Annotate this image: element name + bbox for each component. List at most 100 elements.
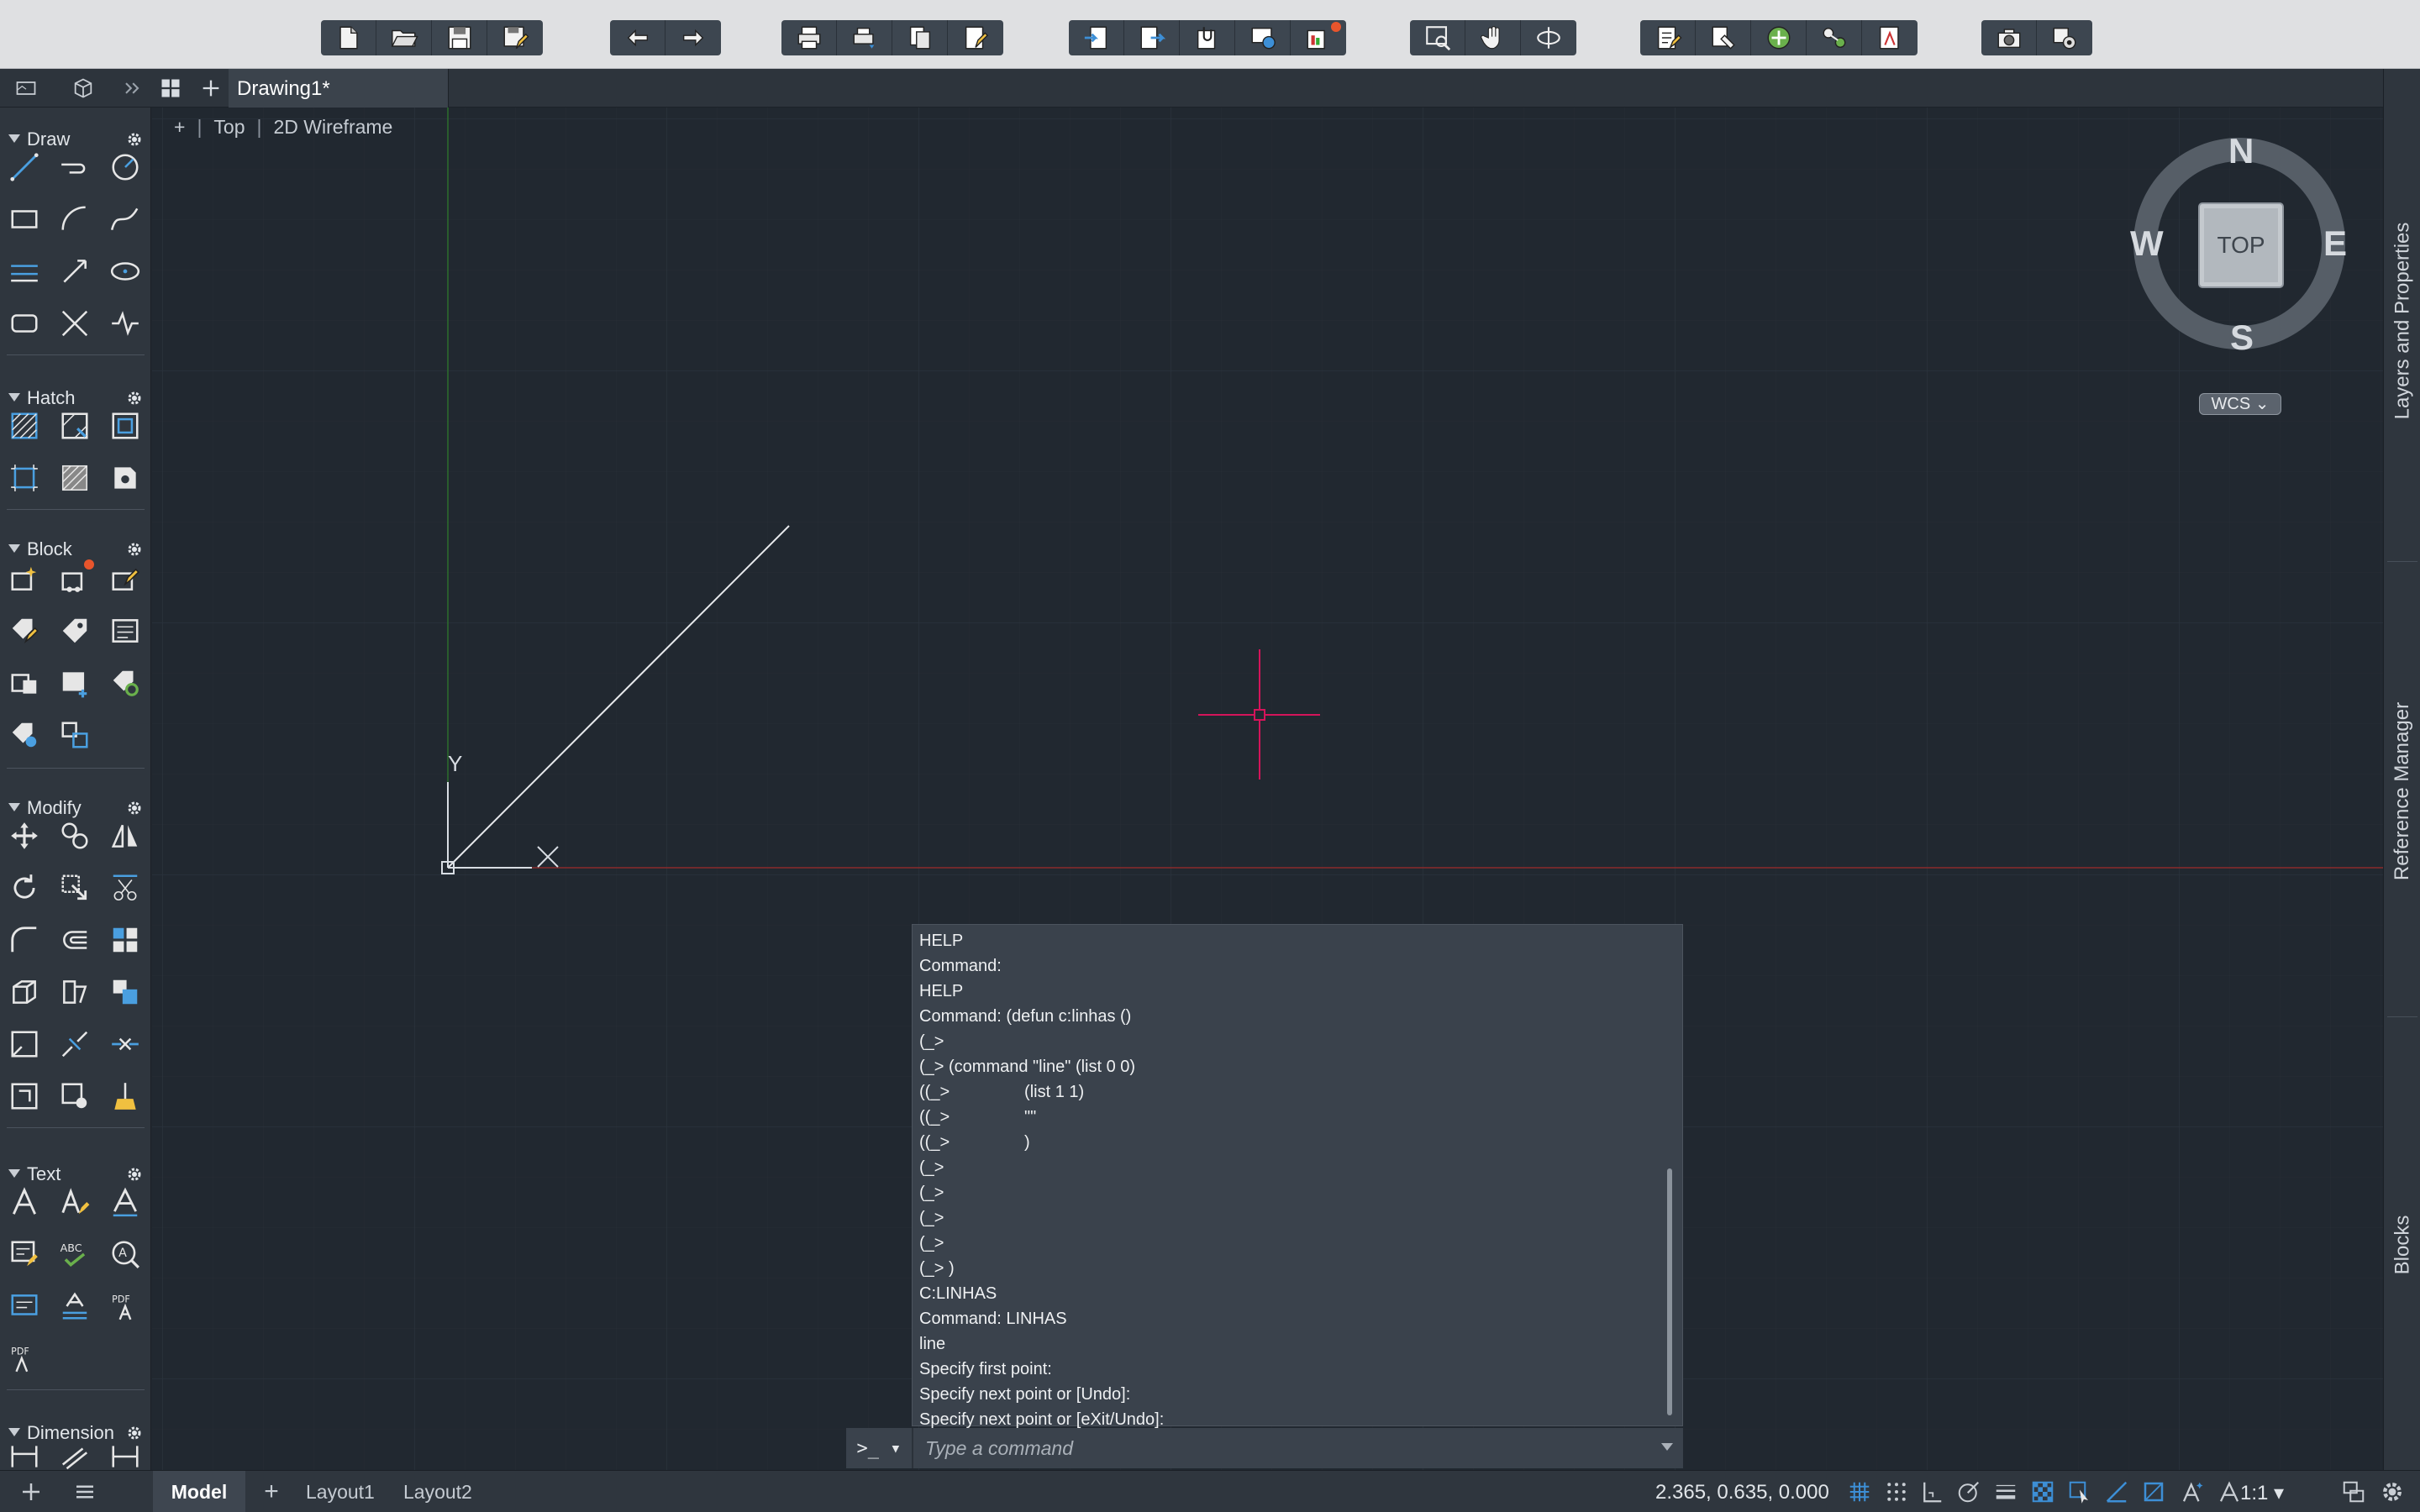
insert-block-tool[interactable]	[55, 559, 94, 598]
zoom-window-button[interactable]	[1410, 20, 1465, 55]
save-as-button[interactable]	[487, 20, 543, 55]
view-name[interactable]: Top	[213, 116, 245, 139]
compass-south[interactable]: S	[2230, 318, 2254, 358]
new-tab-button[interactable]	[197, 74, 225, 102]
rectangle-tool[interactable]	[5, 200, 44, 239]
tool-palette-toggle[interactable]	[12, 74, 40, 102]
command-history-scrollbar[interactable]	[1667, 1168, 1672, 1415]
viewcube[interactable]: N S E W TOP	[2130, 131, 2349, 357]
camera-button[interactable]	[1981, 20, 2037, 55]
stretch-tool[interactable]	[55, 973, 94, 1011]
pdf-import-button[interactable]	[1862, 20, 1918, 55]
rotate-tool[interactable]	[5, 869, 44, 907]
purge-tool[interactable]	[106, 1077, 145, 1116]
match-properties-button[interactable]	[1696, 20, 1751, 55]
hatch-tool[interactable]	[5, 407, 44, 445]
pdf-text-tool[interactable]: PDF	[106, 1287, 145, 1326]
selection-cycling-toggle[interactable]	[2065, 1478, 2094, 1506]
region-tool[interactable]	[5, 459, 44, 497]
command-history[interactable]: HELP Command: HELP Command: (defun c:linhas…	[912, 924, 1683, 1429]
tab-model[interactable]: Model	[153, 1471, 245, 1512]
polyline-tool[interactable]	[55, 148, 94, 186]
attach-button[interactable]	[1180, 20, 1235, 55]
publish-button[interactable]	[892, 20, 948, 55]
pdf-shx-text-tool[interactable]: PDF	[5, 1339, 44, 1378]
find-text-tool[interactable]: A	[106, 1235, 145, 1273]
ortho-toggle[interactable]	[1918, 1478, 1946, 1506]
xline-tool[interactable]	[5, 252, 44, 291]
change-space-tool[interactable]	[5, 1077, 44, 1116]
polar-toggle[interactable]	[1954, 1478, 1983, 1506]
gear-icon[interactable]	[124, 539, 145, 559]
add-tool-button[interactable]	[17, 1478, 45, 1506]
object-snap-tracking-toggle[interactable]	[2102, 1478, 2131, 1506]
ellipse-tool[interactable]	[106, 252, 145, 291]
copy-tool[interactable]	[55, 816, 94, 855]
viewcube-top-face[interactable]: TOP	[2199, 232, 2283, 259]
gear-icon[interactable]	[124, 1164, 145, 1184]
hatch-edit-tool[interactable]	[55, 407, 94, 445]
spline-tool[interactable]	[106, 200, 145, 239]
layers-panel-tab[interactable]: Layers and Properties	[2384, 212, 2420, 430]
drawing-grid-button[interactable]	[156, 74, 185, 102]
line-tool[interactable]	[5, 148, 44, 186]
block-editor-tool[interactable]	[106, 559, 145, 598]
expand-panels-button[interactable]	[118, 74, 146, 102]
reference-manager-tab[interactable]: Reference Manager	[2384, 690, 2420, 892]
single-line-text-tool[interactable]	[55, 1183, 94, 1221]
command-prompt-button[interactable]: >_ ▾	[846, 1428, 912, 1468]
coordinate-readout[interactable]: 2.365, 0.635, 0.000	[1655, 1481, 1829, 1504]
gradient-tool[interactable]	[55, 459, 94, 497]
batch-plot-button[interactable]	[837, 20, 892, 55]
fill-tool[interactable]	[106, 459, 145, 497]
text-frame-tool[interactable]	[5, 1287, 44, 1326]
edit-attribute-tool[interactable]	[5, 716, 44, 754]
blocks-panel-tab[interactable]: Blocks	[2384, 1194, 2420, 1295]
command-input[interactable]	[913, 1428, 1683, 1468]
text-align-tool[interactable]	[55, 1287, 94, 1326]
render-button[interactable]	[1291, 20, 1346, 55]
circle-tool[interactable]	[106, 148, 145, 186]
compass-west[interactable]: W	[2130, 223, 2164, 264]
spell-check-tool[interactable]: ABC	[55, 1235, 94, 1273]
layer-state-button[interactable]	[1807, 20, 1862, 55]
viewport-menu-button[interactable]: +	[174, 116, 185, 139]
sync-block-tool[interactable]	[106, 664, 145, 702]
block-palette-tool[interactable]	[55, 716, 94, 754]
break-tool[interactable]	[55, 1025, 94, 1063]
import-button[interactable]	[1069, 20, 1124, 55]
workspace-button[interactable]	[2339, 1478, 2368, 1506]
mirror-tool[interactable]	[106, 816, 145, 855]
export-button[interactable]	[1124, 20, 1180, 55]
view-manager-button[interactable]	[2037, 20, 2092, 55]
undo-button[interactable]	[610, 20, 666, 55]
annotation-scale-value[interactable]: 1:1 ▾	[2240, 1481, 2284, 1505]
join-tool[interactable]	[106, 1025, 145, 1063]
copy-clip-tool[interactable]	[55, 1077, 94, 1116]
multiline-text-tool[interactable]	[5, 1183, 44, 1221]
ray-tool[interactable]	[55, 252, 94, 291]
tab-layout1[interactable]: Layout1	[306, 1471, 375, 1512]
menu-button[interactable]	[71, 1478, 99, 1506]
orbit-button[interactable]	[1521, 20, 1576, 55]
trim-tool[interactable]	[106, 869, 145, 907]
write-block-tool[interactable]	[5, 664, 44, 702]
visual-style-name[interactable]: 2D Wireframe	[274, 116, 393, 139]
base-point-tool[interactable]	[55, 664, 94, 702]
tab-drawing1[interactable]: Drawing1*	[229, 69, 449, 108]
visual-style-toggle[interactable]	[69, 74, 97, 102]
attribute-manager-tool[interactable]	[106, 612, 145, 650]
properties-button[interactable]	[1640, 20, 1696, 55]
pan-button[interactable]	[1465, 20, 1521, 55]
page-setup-button[interactable]	[948, 20, 1003, 55]
ucs-menu[interactable]: WCS ⌄	[2199, 393, 2281, 415]
explode-tool[interactable]	[5, 1025, 44, 1063]
gear-icon[interactable]	[124, 388, 145, 408]
create-block-tool[interactable]	[5, 559, 44, 598]
snap-toggle[interactable]	[1882, 1478, 1911, 1506]
object-snap-toggle[interactable]	[2139, 1478, 2168, 1506]
arc-tool[interactable]	[55, 200, 94, 239]
draworder-tool[interactable]	[106, 973, 145, 1011]
grid-toggle[interactable]	[1845, 1478, 1874, 1506]
settings-button[interactable]	[2378, 1478, 2407, 1506]
